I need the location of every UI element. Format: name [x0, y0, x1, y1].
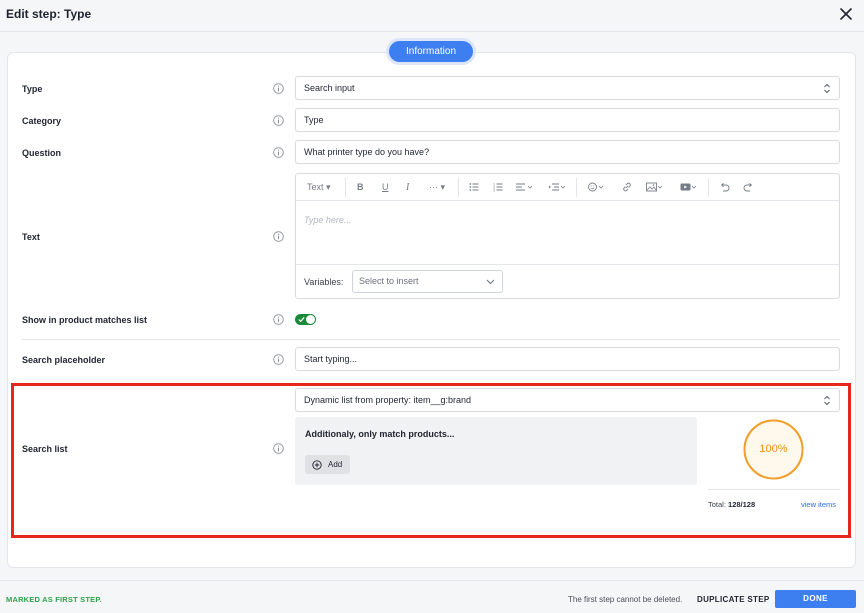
match-progress-value: 100% — [759, 443, 788, 455]
total-count: Total: 128/128 — [708, 500, 755, 509]
more-formatting-dropdown[interactable]: ··· ▾ — [429, 182, 445, 193]
updown-arrow-icon — [824, 395, 830, 406]
italic-icon[interactable]: I — [406, 182, 409, 193]
total-value: 128/128 — [728, 500, 756, 509]
info-icon[interactable] — [273, 147, 284, 158]
product-filter-box: Additionaly, only match products... Add — [295, 417, 697, 485]
show-in-matches-label: Show in product matches list — [22, 315, 148, 325]
search-list-select[interactable]: Dynamic list from property: item__g:bran… — [295, 388, 840, 412]
info-icon[interactable] — [273, 314, 284, 325]
align-dropdown[interactable] — [516, 182, 533, 192]
type-select-value: Search input — [304, 83, 355, 93]
category-input[interactable]: Type — [295, 108, 840, 132]
duplicate-step-button[interactable]: DUPLICATE STEP — [697, 595, 770, 604]
search-list-select-value: Dynamic list from property: item__g:bran… — [304, 395, 472, 405]
info-icon[interactable] — [273, 443, 284, 454]
image-dropdown[interactable] — [646, 182, 664, 192]
add-filter-label: Add — [328, 460, 343, 469]
total-label: Total: — [708, 500, 726, 509]
variables-label: Variables: — [304, 277, 344, 287]
underline-icon[interactable]: U — [382, 182, 389, 192]
info-icon[interactable] — [273, 231, 284, 242]
text-style-dropdown[interactable]: Text ▾ — [307, 182, 331, 193]
editor-toolbar: Text ▾ B U I ··· ▾ 123 — [296, 174, 839, 201]
first-step-status: MARKED AS FIRST STEP. — [6, 595, 102, 604]
svg-text:3: 3 — [493, 188, 495, 192]
bold-icon[interactable]: B — [357, 182, 364, 192]
video-dropdown[interactable] — [680, 182, 698, 192]
check-icon — [298, 317, 305, 323]
info-icon[interactable] — [273, 354, 284, 365]
text-editor-area[interactable]: Type here... — [296, 201, 839, 264]
question-label: Question — [22, 148, 62, 158]
variables-select[interactable]: Select to insert — [352, 270, 503, 293]
close-icon[interactable] — [838, 6, 854, 22]
category-label: Category — [22, 116, 62, 126]
rich-text-editor: Text ▾ B U I ··· ▾ 123 Type here... Vari… — [295, 173, 840, 299]
search-list-label: Search list — [22, 444, 68, 454]
toolbar-divider — [345, 178, 346, 197]
redo-icon[interactable] — [743, 182, 754, 192]
done-button[interactable]: DONE — [775, 590, 856, 608]
updown-arrow-icon — [824, 83, 830, 94]
emoji-icon[interactable] — [588, 182, 605, 192]
info-icon[interactable] — [273, 83, 284, 94]
text-label: Text — [22, 232, 40, 242]
add-filter-button[interactable]: Add — [305, 455, 350, 474]
stats-divider — [708, 489, 840, 490]
text-style-label: Text — [307, 182, 324, 192]
variables-select-placeholder: Select to insert — [359, 276, 419, 286]
numbered-list-icon[interactable]: 123 — [493, 182, 503, 192]
delete-note: The first step cannot be deleted. — [568, 595, 683, 604]
view-items-link[interactable]: view items — [801, 500, 836, 509]
modal-header: Edit step: Type — [0, 0, 864, 32]
type-label: Type — [22, 84, 43, 94]
toolbar-divider — [576, 178, 577, 197]
toolbar-divider — [708, 178, 709, 197]
editor-placeholder: Type here... — [304, 215, 352, 225]
more-label: ··· — [429, 182, 438, 192]
search-placeholder-label: Search placeholder — [22, 355, 106, 365]
bullet-list-icon[interactable] — [469, 182, 479, 192]
toggle-knob — [306, 315, 315, 324]
filter-title: Additionaly, only match products... — [305, 429, 455, 439]
modal-footer: MARKED AS FIRST STEP. The first step can… — [0, 580, 864, 613]
section-divider — [22, 339, 840, 340]
variables-row: Variables: Select to insert — [296, 264, 839, 298]
chevron-down-icon — [486, 279, 495, 285]
info-icon[interactable] — [273, 115, 284, 126]
indent-dropdown[interactable] — [549, 182, 566, 192]
modal-title: Edit step: Type — [6, 7, 92, 21]
plus-circle-icon — [312, 460, 322, 470]
undo-icon[interactable] — [719, 182, 730, 192]
toolbar-divider — [458, 178, 459, 197]
type-select[interactable]: Search input — [295, 76, 840, 100]
link-icon[interactable] — [622, 182, 632, 192]
question-input[interactable]: What printer type do you have? — [295, 140, 840, 164]
show-in-matches-toggle[interactable] — [295, 314, 316, 325]
search-placeholder-input[interactable]: Start typing... — [295, 347, 840, 371]
tab-information[interactable]: Information — [389, 41, 473, 62]
